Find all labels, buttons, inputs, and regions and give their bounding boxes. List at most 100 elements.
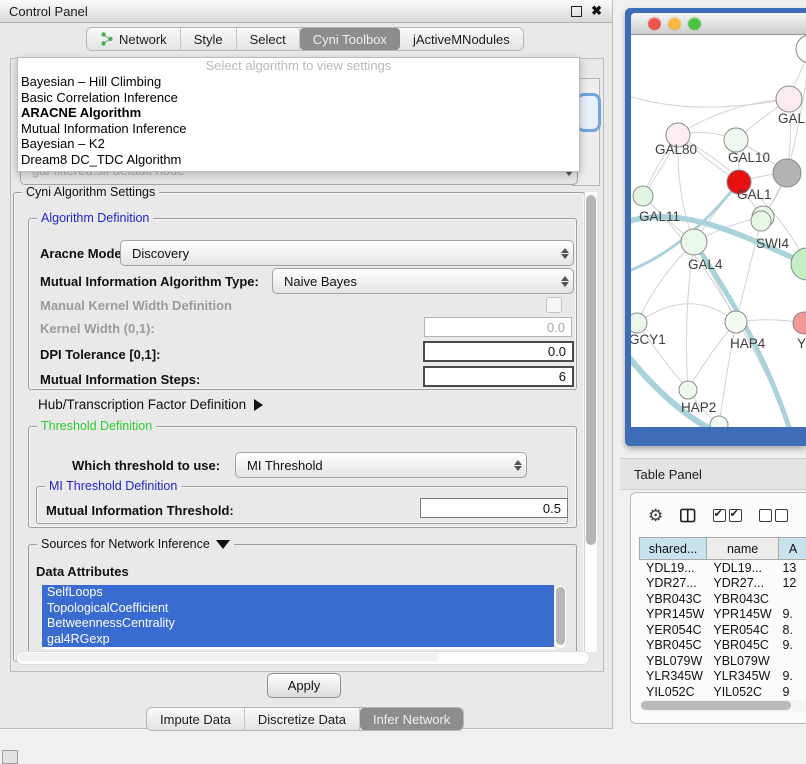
attribute-item[interactable]: BetweennessCentrality — [42, 616, 554, 632]
table-cell: YBR045C — [706, 638, 778, 652]
algorithm-option[interactable]: Mutual Information Inference — [18, 121, 579, 137]
table-row[interactable]: YLR345WYLR345W9. — [639, 669, 806, 685]
manual-kernel-label: Manual Kernel Width Definition — [40, 298, 232, 313]
network-node[interactable] — [791, 248, 806, 280]
combo-arrows-icon — [556, 248, 573, 259]
algorithm-option[interactable]: Bayesian – Hill Climbing — [18, 74, 579, 90]
attribute-item[interactable]: SelfLoops — [42, 585, 554, 601]
tab-infer-network[interactable]: Infer Network — [360, 708, 463, 730]
node-table[interactable]: shared... name A YDL19...YDL19...13YDR27… — [639, 537, 806, 700]
scrollbar-thumb[interactable] — [19, 653, 439, 661]
network-node-gal11[interactable] — [633, 186, 653, 206]
table-row[interactable]: YBR043CYBR043C — [639, 591, 806, 607]
tab-select[interactable]: Select — [237, 28, 300, 50]
network-node-gcy1[interactable] — [631, 313, 647, 333]
tab-label: Network — [119, 32, 167, 47]
which-threshold-label: Which threshold to use: — [72, 458, 220, 473]
hub-definition-expander[interactable]: Hub/Transcription Factor Definition — [38, 397, 263, 412]
network-node-gal10[interactable] — [724, 128, 748, 152]
table-cell: YDR27... — [639, 576, 706, 590]
tab-label: Discretize Data — [258, 712, 346, 727]
column-header-name[interactable]: name — [707, 537, 779, 560]
manual-kernel-checkbox[interactable] — [546, 297, 562, 313]
table-cell: YDL19... — [706, 561, 778, 575]
tab-discretize-data[interactable]: Discretize Data — [245, 708, 360, 730]
column-header-partial[interactable]: A — [779, 537, 806, 560]
control-panel-titlebar: Control Panel ✖ — [0, 0, 612, 23]
attribute-item[interactable]: gal4RGexp — [42, 632, 554, 648]
scrollbar-thumb[interactable] — [641, 701, 791, 710]
table-cell: YBL079W — [639, 654, 706, 668]
tab-jactivemnodules[interactable]: jActiveMNodules — [400, 28, 523, 50]
algorithm-option[interactable]: ARACNE Algorithm — [18, 105, 579, 121]
algorithm-option[interactable]: Bayesian – K2 — [18, 136, 579, 152]
table-row[interactable]: YPR145WYPR145W9. — [639, 607, 806, 623]
gear-icon[interactable]: ⚙ — [648, 507, 663, 524]
table-row[interactable]: YER054CYER054C8. — [639, 622, 806, 638]
aracne-mode-label: Aracne Mode: — [40, 246, 126, 261]
network-canvas[interactable]: GALGAL80GAL10GAL1GAL11GAL4SWI4HAP4YGCY1H… — [631, 35, 806, 427]
network-node-hap2[interactable] — [679, 381, 697, 399]
settings-vertical-scrollbar[interactable] — [584, 192, 597, 652]
aracne-mode-combobox[interactable]: Discovery — [120, 240, 574, 266]
column-header-shared[interactable]: shared... — [639, 537, 707, 560]
mi-threshold-label: Mutual Information Threshold: — [46, 503, 234, 518]
network-node-swi4[interactable] — [751, 211, 771, 231]
settings-horizontal-scrollbar[interactable] — [16, 651, 590, 665]
table-toolbar: ⚙ — [631, 501, 806, 529]
kernel-width-field[interactable]: 0.0 — [424, 317, 572, 337]
table-row[interactable]: YBL079WYBL079W — [639, 653, 806, 669]
combo-arrows-icon — [556, 276, 573, 287]
table-cell: YDL19... — [639, 561, 706, 575]
network-node[interactable] — [796, 35, 806, 63]
tab-cyni-toolbox[interactable]: Cyni Toolbox — [300, 28, 400, 50]
algorithm-dropdown-prompt: Select algorithm to view settings — [18, 58, 579, 74]
dpi-tolerance-value: 0.0 — [548, 344, 566, 359]
data-attributes-list[interactable]: SelfLoopsTopologicalCoefficientBetweenne… — [42, 585, 554, 649]
mi-steps-field[interactable]: 6 — [423, 366, 574, 387]
split-view-icon[interactable] — [680, 507, 695, 524]
network-node-gal[interactable] — [776, 86, 802, 112]
which-threshold-combobox[interactable]: MI Threshold — [235, 452, 527, 478]
group-title: Algorithm Definition — [37, 211, 153, 225]
checked-pair-icon[interactable] — [713, 509, 742, 522]
tab-label: Impute Data — [160, 712, 231, 727]
network-node[interactable] — [710, 416, 728, 427]
mi-type-value: Naive Bayes — [273, 274, 556, 289]
network-node[interactable] — [773, 159, 801, 187]
mi-type-combobox[interactable]: Naive Bayes — [272, 268, 574, 294]
sources-group-title[interactable]: Sources for Network Inference — [37, 537, 234, 551]
algorithm-option[interactable]: Basic Correlation Inference — [18, 90, 579, 106]
table-row[interactable]: YIL052CYIL052C9 — [639, 684, 806, 700]
apply-button[interactable]: Apply — [267, 673, 341, 698]
data-attributes-label: Data Attributes — [36, 564, 129, 579]
table-cell: YBR043C — [706, 592, 778, 606]
tab-label: Infer Network — [373, 712, 450, 727]
float-icon[interactable] — [571, 6, 582, 17]
table-horizontal-scrollbar[interactable] — [639, 700, 806, 712]
network-node-hap4[interactable] — [725, 311, 747, 333]
table-row[interactable]: YDR27...YDR27...12 — [639, 576, 806, 592]
tab-impute-data[interactable]: Impute Data — [147, 708, 245, 730]
scrollbar-thumb[interactable] — [586, 195, 596, 545]
close-traffic-icon[interactable] — [648, 17, 661, 30]
table-cell: 12 — [778, 576, 806, 590]
scrollbar-thumb[interactable] — [556, 587, 565, 645]
table-row[interactable]: YDL19...YDL19...13 — [639, 560, 806, 576]
minimize-traffic-icon[interactable] — [668, 17, 681, 30]
unchecked-pair-icon[interactable] — [759, 509, 788, 522]
network-node-gal4[interactable] — [681, 229, 707, 255]
table-row[interactable]: YBR045CYBR045C9. — [639, 638, 806, 654]
attributes-list-scrollbar[interactable] — [555, 586, 566, 648]
dpi-tolerance-field[interactable]: 0.0 — [423, 341, 574, 362]
tab-network[interactable]: Network — [87, 28, 181, 50]
table-panel-title: Table Panel — [620, 467, 702, 482]
tab-style[interactable]: Style — [181, 28, 237, 50]
attribute-item[interactable]: TopologicalCoefficient — [42, 601, 554, 617]
network-window-titlebar[interactable] — [631, 13, 806, 35]
close-icon[interactable]: ✖ — [591, 6, 602, 16]
mi-threshold-field[interactable]: 0.5 — [420, 498, 568, 518]
algorithm-option[interactable]: Dream8 DC_TDC Algorithm — [18, 152, 579, 168]
network-node-y[interactable] — [793, 312, 806, 334]
maximize-traffic-icon[interactable] — [688, 17, 701, 30]
